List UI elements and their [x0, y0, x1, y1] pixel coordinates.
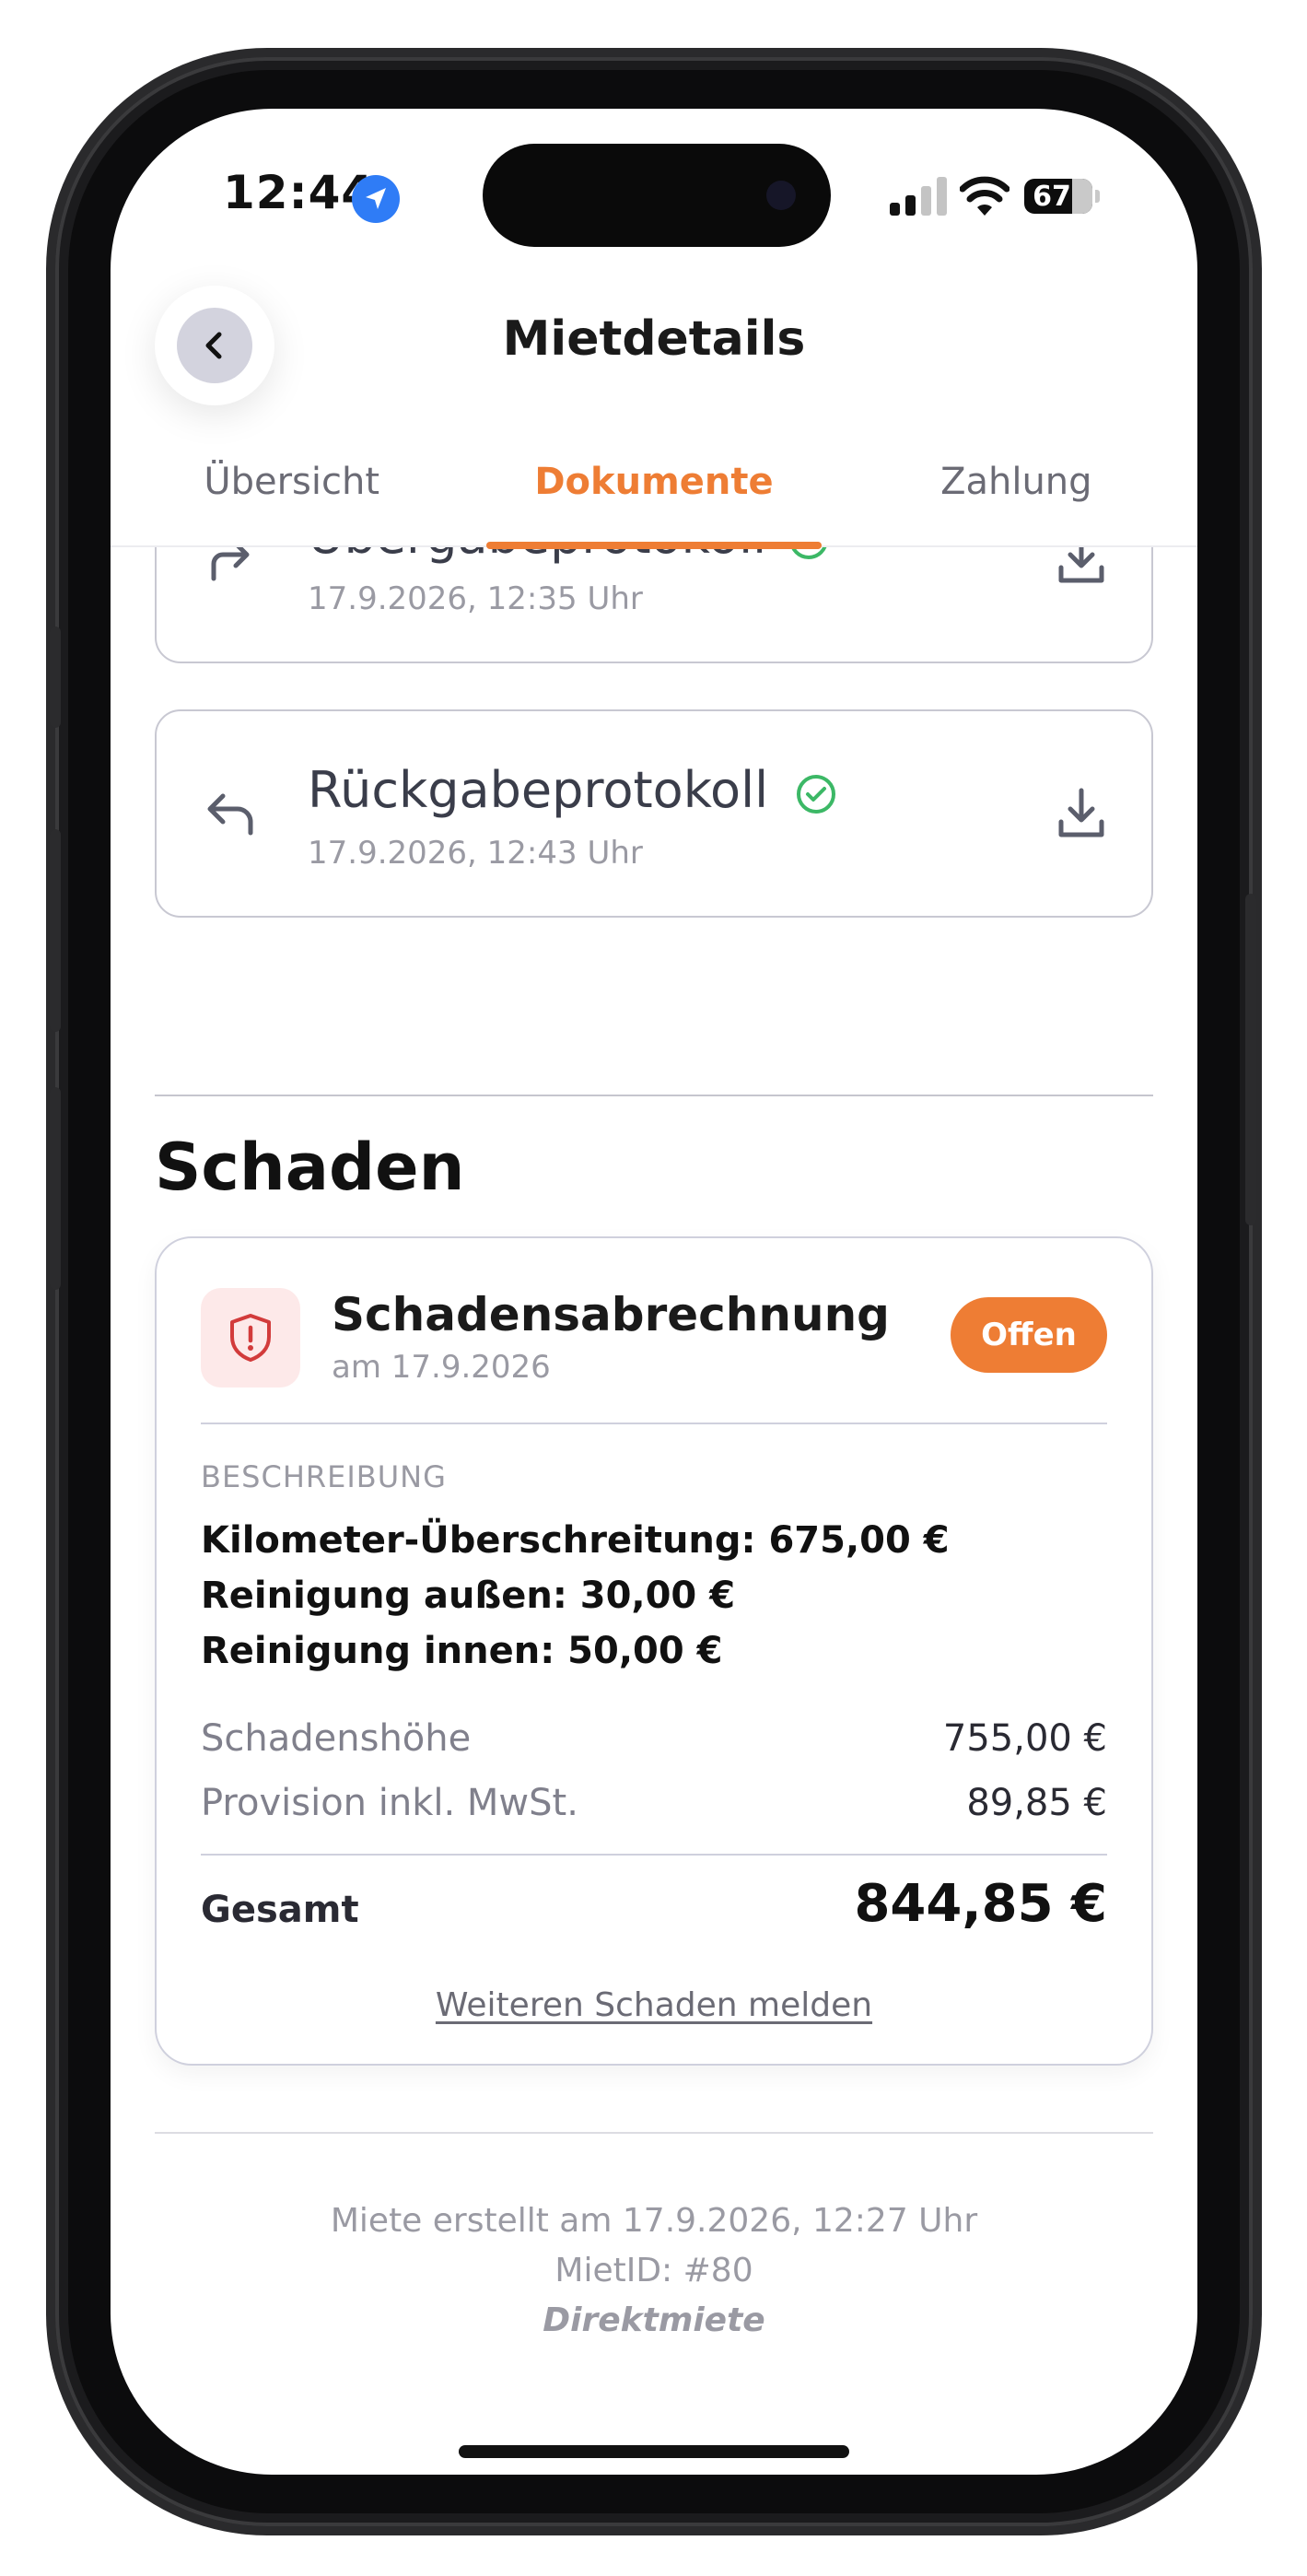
tab-documents[interactable]: Dokumente — [473, 448, 834, 545]
damage-amount-row: Schadenshöhe 755,00 € — [201, 1717, 1107, 1760]
tab-payment[interactable]: Zahlung — [835, 448, 1197, 545]
tab-overview[interactable]: Übersicht — [111, 448, 473, 545]
scroll-content[interactable]: Übergabeprotokoll 17.9.2026, 12:35 Uhr R… — [111, 455, 1197, 2475]
battery-tip — [1095, 190, 1100, 203]
document-card-return[interactable]: Rückgabeprotokoll 17.9.2026, 12:43 Uhr — [155, 709, 1153, 918]
description-line: Reinigung außen: 30,00 € — [201, 1575, 736, 1617]
rent-id: MietID: #80 — [554, 2252, 753, 2289]
rental-type: Direktmiete — [543, 2301, 765, 2339]
section-divider — [155, 1095, 1153, 1096]
shield-alert-icon — [230, 1314, 271, 1362]
cellular-signal-icon — [890, 177, 947, 216]
document-date: 17.9.2026, 12:43 Uhr — [308, 835, 643, 872]
commission-row: Provision inkl. MwSt. 89,85 € — [201, 1782, 1107, 1824]
commission-value: 89,85 € — [966, 1782, 1107, 1824]
wifi-icon — [960, 176, 1009, 216]
volume-up-button — [50, 829, 61, 1032]
tab-bar: Übersicht Dokumente Zahlung — [111, 448, 1197, 547]
power-button — [1245, 894, 1256, 1225]
commission-label: Provision inkl. MwSt. — [201, 1782, 578, 1824]
description-label: BESCHREIBUNG — [201, 1459, 447, 1494]
damage-date: am 17.9.2026 — [332, 1349, 551, 1386]
description-line: Reinigung innen: 50,00 € — [201, 1630, 723, 1672]
section-title-damage: Schaden — [155, 1130, 465, 1205]
shield-icon-container — [201, 1288, 300, 1388]
description-list: Kilometer-Überschreitung: 675,00 € Reini… — [201, 1513, 950, 1679]
card-divider — [201, 1854, 1107, 1856]
total-label: Gesamt — [201, 1889, 359, 1931]
damage-amount-value: 755,00 € — [942, 1717, 1107, 1760]
section-divider — [155, 2132, 1153, 2134]
home-indicator[interactable] — [459, 2445, 849, 2458]
status-badge: Offen — [951, 1297, 1107, 1373]
rental-footer: Miete erstellt am 17.9.2026, 12:27 Uhr M… — [111, 2196, 1197, 2346]
battery-indicator: 67 — [1024, 179, 1092, 214]
page-title: Mietdetails — [502, 311, 806, 367]
damage-title: Schadensabrechnung — [332, 1288, 890, 1341]
created-info: Miete erstellt am 17.9.2026, 12:27 Uhr — [330, 2202, 978, 2240]
total-amount: 844,85 € — [854, 1874, 1107, 1934]
battery-level: 67 — [1033, 180, 1071, 213]
document-date: 17.9.2026, 12:35 Uhr — [308, 580, 643, 617]
app-screen: 12:44 67 Mietdetails Übersicht Dokumente… — [111, 109, 1197, 2475]
damage-amount-label: Schadenshöhe — [201, 1717, 472, 1760]
description-line: Kilometer-Überschreitung: 675,00 € — [201, 1519, 950, 1562]
volume-down-button — [50, 1087, 61, 1290]
damage-card: Schadensabrechnung am 17.9.2026 Offen BE… — [155, 1236, 1153, 2066]
download-icon[interactable] — [1056, 785, 1107, 842]
document-title: Rückgabeprotokoll — [308, 761, 769, 819]
action-button — [50, 626, 61, 728]
verified-check-icon — [797, 775, 835, 814]
card-divider — [201, 1423, 1107, 1424]
report-damage-link[interactable]: Weiteren Schaden melden — [157, 1986, 1151, 2024]
location-arrow-icon — [352, 175, 400, 223]
return-arrow-icon — [207, 793, 253, 836]
dynamic-island — [483, 144, 831, 247]
